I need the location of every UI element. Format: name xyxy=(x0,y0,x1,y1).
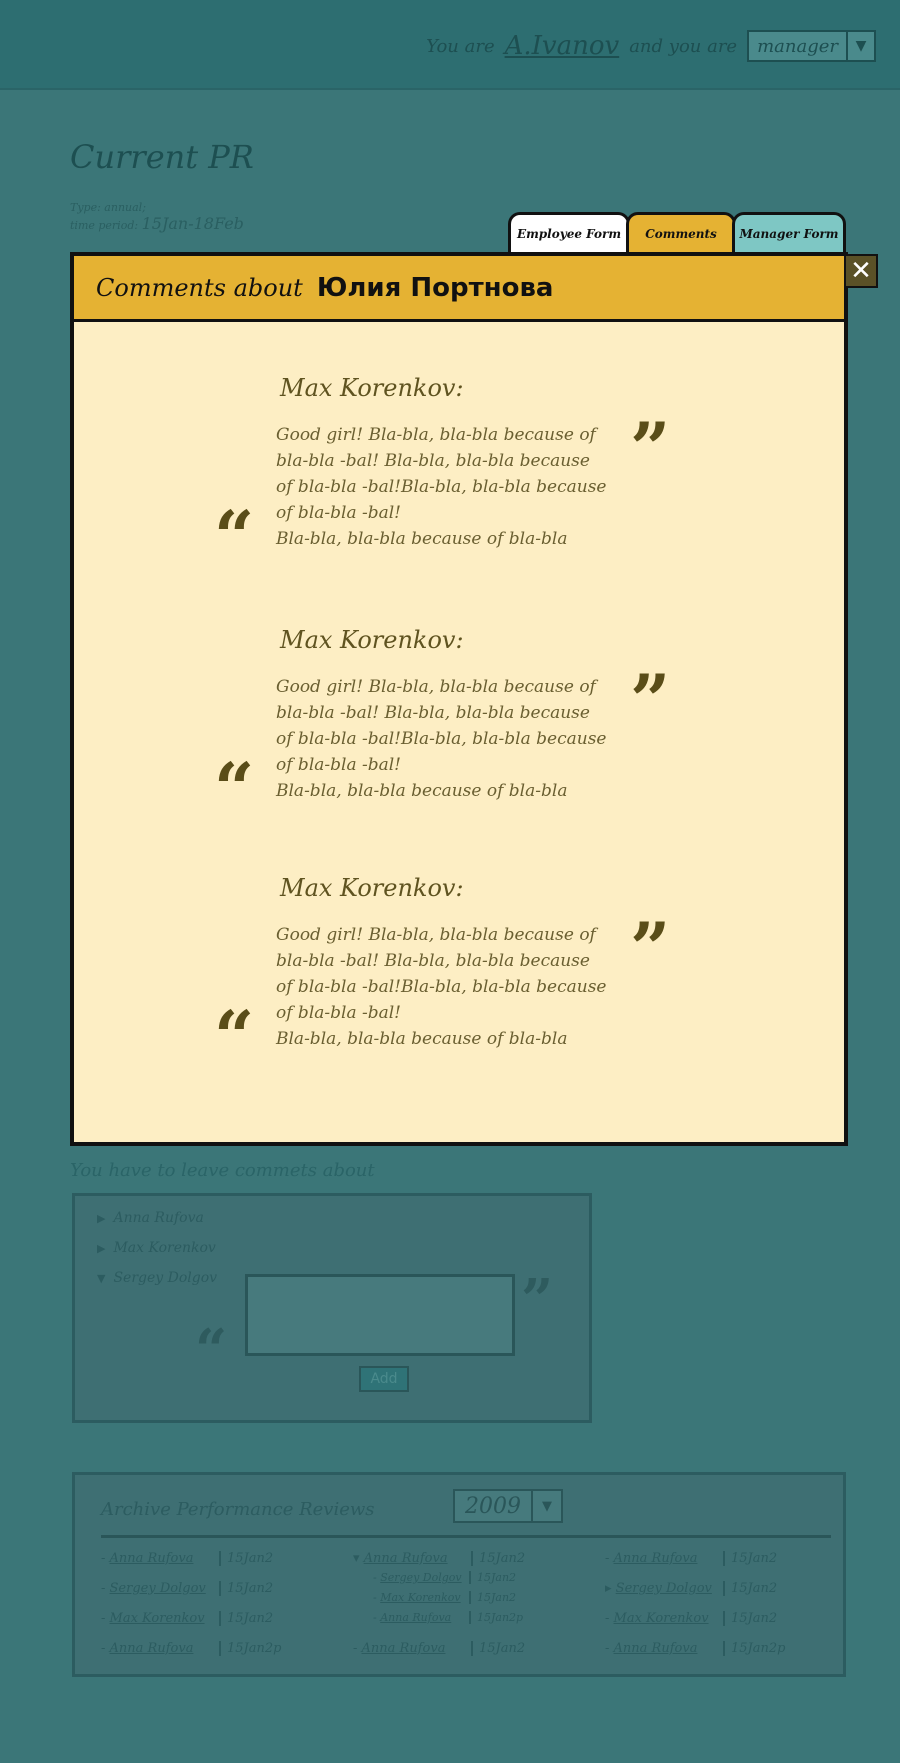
close-quote-icon: ” xyxy=(630,907,671,990)
period-value: 15Jan-18Feb xyxy=(141,214,244,233)
triangle-right-icon: ▶ xyxy=(97,1212,106,1225)
comment-text: Good girl! Bla-bla, bla-bla because of b… xyxy=(276,925,607,1049)
role-value: manager xyxy=(757,35,838,57)
archive-title: Archive Performance Reviews xyxy=(101,1499,375,1520)
divider xyxy=(101,1535,831,1538)
tab-employee-form[interactable]: Employee Form xyxy=(508,212,630,252)
role-select[interactable]: manager ▼ xyxy=(747,30,876,62)
archive-panel: Archive Performance Reviews 2009 ▼ - Ann… xyxy=(72,1472,846,1677)
triangle-right-icon: ▶ xyxy=(97,1242,106,1255)
chevron-down-icon[interactable]: ▼ xyxy=(846,32,874,60)
archive-row[interactable]: - Max Korenkov 15Jan2 xyxy=(605,1611,777,1626)
user-info: You are A.Ivanov and you are manager ▼ xyxy=(426,30,876,62)
archive-row[interactable]: - Anna Rufova 15Jan2 xyxy=(101,1551,273,1566)
comment-author: Max Korenkov: xyxy=(280,626,464,654)
close-icon[interactable]: ✕ xyxy=(844,254,878,288)
leave-comments-title: You have to leave commets about xyxy=(70,1160,375,1181)
open-quote-icon: “ xyxy=(195,1317,228,1383)
archive-row[interactable]: - Anna Rufova 15Jan2 xyxy=(353,1641,525,1656)
archive-row[interactable]: - Anna Rufova 15Jan2p xyxy=(605,1641,785,1656)
archive-row[interactable]: - Anna Rufova 15Jan2p xyxy=(373,1611,523,1624)
year-value: 2009 xyxy=(465,1493,521,1519)
archive-row[interactable]: - Anna Rufova 15Jan2p xyxy=(101,1641,281,1656)
comment-text: Good girl! Bla-bla, bla-bla because of b… xyxy=(276,677,607,801)
triangle-down-icon: ▼ xyxy=(97,1272,106,1285)
period-label: time period: xyxy=(70,219,139,232)
leave-item[interactable]: ▼ Sergey Dolgov xyxy=(97,1270,217,1286)
close-quote-icon: ” xyxy=(630,659,671,742)
current-user-link[interactable]: A.Ivanov xyxy=(505,31,620,61)
year-select[interactable]: 2009 ▼ xyxy=(453,1489,563,1523)
tab-comments[interactable]: Comments xyxy=(626,212,736,252)
you-are-label: You are xyxy=(426,35,495,57)
leave-comments-panel: ▶ Anna Rufova ▶ Max Korenkov ▼ Sergey Dolgo… xyxy=(72,1193,592,1423)
leave-item[interactable]: ▶ Max Korenkov xyxy=(97,1240,216,1256)
archive-row[interactable]: - Sergey Dolgov 15Jan2 xyxy=(373,1571,516,1584)
chevron-down-icon[interactable]: ▼ xyxy=(531,1491,561,1521)
archive-row[interactable]: ▸ Sergey Dolgov 15Jan2 xyxy=(605,1581,777,1596)
archive-row[interactable]: - Max Korenkov 15Jan2 xyxy=(101,1611,273,1626)
add-button[interactable]: Add xyxy=(359,1366,409,1392)
leave-item[interactable]: ▶ Anna Rufova xyxy=(97,1210,204,1226)
archive-row[interactable]: - Anna Rufova 15Jan2 xyxy=(605,1551,777,1566)
comment-textarea[interactable] xyxy=(245,1274,515,1356)
open-quote-icon: “ xyxy=(214,495,255,578)
page-title: Current PR xyxy=(70,138,254,176)
open-quote-icon: “ xyxy=(214,747,255,830)
dialog-header: Comments about Юлия Портнова xyxy=(74,256,844,322)
archive-row[interactable]: - Max Korenkov 15Jan2 xyxy=(373,1591,516,1604)
form-tabs: Employee Form Comments Manager Form xyxy=(508,212,846,252)
employee-name: Юлия Портнова xyxy=(316,272,554,303)
comment-text: Good girl! Bla-bla, bla-bla because of b… xyxy=(276,425,607,549)
archive-row[interactable]: ▾ Anna Rufova 15Jan2 xyxy=(353,1551,525,1566)
dialog-title-prefix: Comments about xyxy=(96,273,303,302)
close-quote-icon: ” xyxy=(630,407,671,490)
comments-dialog: Comments about Юлия Портнова Max Korenko… xyxy=(70,252,848,1146)
comment-author: Max Korenkov: xyxy=(280,374,464,402)
archive-row[interactable]: - Sergey Dolgov 15Jan2 xyxy=(101,1581,273,1596)
tab-manager-form[interactable]: Manager Form xyxy=(732,212,846,252)
open-quote-icon: “ xyxy=(214,995,255,1078)
pr-meta: Type: annual; time period: 15Jan-18Feb xyxy=(70,200,244,234)
close-quote-icon: ” xyxy=(521,1267,554,1333)
top-bar: You are A.Ivanov and you are manager ▼ xyxy=(0,0,900,90)
and-you-are-label: and you are xyxy=(629,35,738,57)
comment-author: Max Korenkov: xyxy=(280,874,464,902)
